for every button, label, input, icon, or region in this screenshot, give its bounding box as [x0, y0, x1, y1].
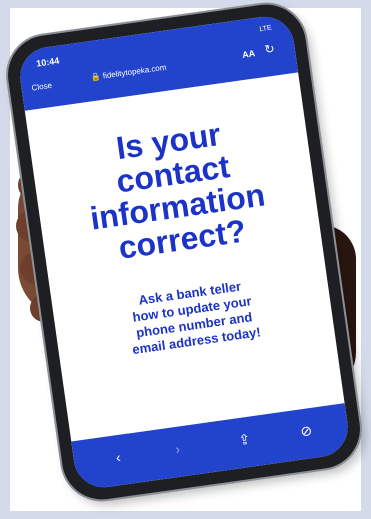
- phone: 10:44 LTE Close 🔒 fidelitytopeka.com AA …: [2, 0, 366, 505]
- back-icon[interactable]: ‹: [115, 449, 122, 465]
- network-status: LTE: [258, 24, 273, 34]
- compass-icon[interactable]: ⊘: [299, 422, 313, 440]
- forward-icon[interactable]: ›: [174, 441, 181, 457]
- subtext: Ask a bank teller how to update your pho…: [72, 269, 315, 365]
- address-bar[interactable]: 🔒 fidelitytopeka.com: [90, 63, 167, 83]
- status-time: 10:44: [35, 55, 60, 69]
- headline: Is your contact information correct?: [30, 106, 322, 275]
- close-button[interactable]: Close: [31, 81, 53, 93]
- page-content: Is your contact information correct? Ask…: [25, 72, 345, 441]
- share-icon[interactable]: ⇪: [238, 431, 252, 449]
- text-size-button[interactable]: AA: [241, 48, 255, 60]
- reload-icon[interactable]: ↻: [264, 41, 276, 56]
